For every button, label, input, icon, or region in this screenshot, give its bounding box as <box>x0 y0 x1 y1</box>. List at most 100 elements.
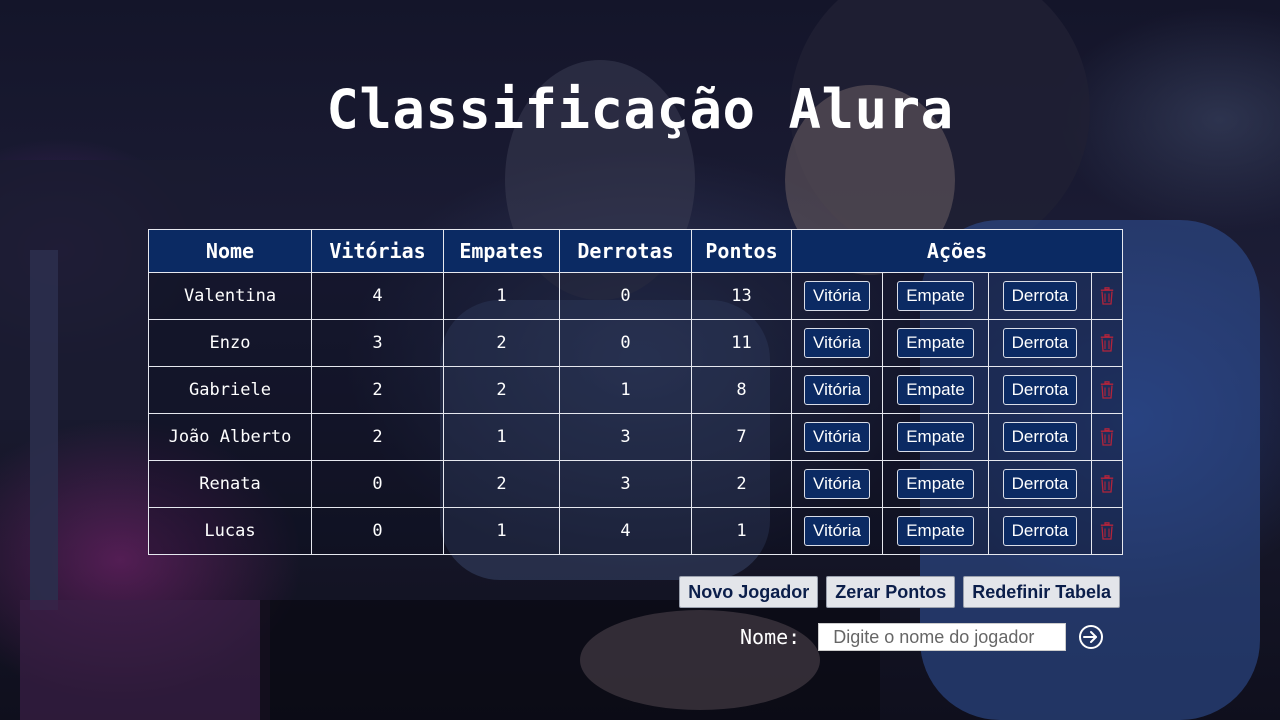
delete-action-cell <box>1090 272 1124 320</box>
table-header-row: Nome Vitórias Empates Derrotas Pontos Aç… <box>148 229 1124 273</box>
draw-action-cell: Empate <box>882 272 989 320</box>
draw-action-cell: Empate <box>882 413 989 461</box>
draw-button[interactable]: Empate <box>897 422 974 452</box>
ranking-table: Nome Vitórias Empates Derrotas Pontos Aç… <box>148 229 1124 555</box>
draws-cell: 2 <box>443 319 560 367</box>
draw-button[interactable]: Empate <box>897 328 974 358</box>
loss-action-cell: Derrota <box>988 460 1092 508</box>
loss-button[interactable]: Derrota <box>1002 422 1078 452</box>
losses-cell: 3 <box>559 413 692 461</box>
draw-action-cell: Empate <box>882 507 989 555</box>
table-row: João Alberto 2 1 3 7 Vitória Empate Derrota <box>148 413 1124 461</box>
loss-button[interactable]: Derrota <box>1002 328 1078 358</box>
win-action-cell: Vitória <box>791 319 883 367</box>
win-button[interactable]: Vitória <box>804 328 870 358</box>
trash-icon[interactable] <box>1100 428 1114 446</box>
win-button[interactable]: Vitória <box>804 516 870 546</box>
win-button[interactable]: Vitória <box>804 469 870 499</box>
trash-icon[interactable] <box>1100 475 1114 493</box>
win-action-cell: Vitória <box>791 460 883 508</box>
points-cell: 7 <box>691 413 792 461</box>
trash-icon[interactable] <box>1100 287 1114 305</box>
column-header-points: Pontos <box>691 229 792 273</box>
losses-cell: 0 <box>559 272 692 320</box>
page-title: Classificação Alura <box>326 78 954 141</box>
win-action-cell: Vitória <box>791 413 883 461</box>
draw-button[interactable]: Empate <box>897 469 974 499</box>
win-action-cell: Vitória <box>791 366 883 414</box>
draws-cell: 1 <box>443 507 560 555</box>
trash-icon[interactable] <box>1100 522 1114 540</box>
draw-button[interactable]: Empate <box>897 281 974 311</box>
loss-button[interactable]: Derrota <box>1002 469 1078 499</box>
wins-cell: 2 <box>311 413 444 461</box>
player-name-cell: Valentina <box>148 272 312 320</box>
draw-button[interactable]: Empate <box>897 516 974 546</box>
losses-cell: 3 <box>559 460 692 508</box>
loss-action-cell: Derrota <box>988 413 1092 461</box>
table-row: Renata 0 2 3 2 Vitória Empate Derrota <box>148 460 1124 508</box>
losses-cell: 4 <box>559 507 692 555</box>
player-name-cell: Gabriele <box>148 366 312 414</box>
player-name-cell: Lucas <box>148 507 312 555</box>
losses-cell: 1 <box>559 366 692 414</box>
losses-cell: 0 <box>559 319 692 367</box>
win-action-cell: Vitória <box>791 272 883 320</box>
table-row: Lucas 0 1 4 1 Vitória Empate Derrota <box>148 507 1124 555</box>
draws-cell: 2 <box>443 460 560 508</box>
points-cell: 2 <box>691 460 792 508</box>
draws-cell: 2 <box>443 366 560 414</box>
ranking-table-body: Valentina 4 1 0 13 Vitória Empate Derrota Enzo 3 2… <box>148 272 1124 555</box>
delete-action-cell <box>1090 460 1124 508</box>
draws-cell: 1 <box>443 272 560 320</box>
win-button[interactable]: Vitória <box>804 375 870 405</box>
win-action-cell: Vitória <box>791 507 883 555</box>
wins-cell: 4 <box>311 272 444 320</box>
table-row: Enzo 3 2 0 11 Vitória Empate Derrota <box>148 319 1124 367</box>
points-cell: 13 <box>691 272 792 320</box>
player-name-input[interactable] <box>818 623 1067 651</box>
loss-action-cell: Derrota <box>988 366 1092 414</box>
delete-action-cell <box>1090 507 1124 555</box>
new-player-form: Nome: <box>740 623 1104 651</box>
points-cell: 8 <box>691 366 792 414</box>
wins-cell: 0 <box>311 460 444 508</box>
loss-action-cell: Derrota <box>988 319 1092 367</box>
arrow-circle-right-icon[interactable] <box>1078 624 1104 650</box>
draw-button[interactable]: Empate <box>897 375 974 405</box>
trash-icon[interactable] <box>1100 334 1114 352</box>
column-header-wins: Vitórias <box>311 229 444 273</box>
table-row: Valentina 4 1 0 13 Vitória Empate Derrota <box>148 272 1124 320</box>
draw-action-cell: Empate <box>882 319 989 367</box>
player-name-cell: Enzo <box>148 319 312 367</box>
draw-action-cell: Empate <box>882 460 989 508</box>
points-cell: 11 <box>691 319 792 367</box>
points-cell: 1 <box>691 507 792 555</box>
column-header-losses: Derrotas <box>559 229 692 273</box>
loss-button[interactable]: Derrota <box>1002 375 1078 405</box>
column-header-draws: Empates <box>443 229 560 273</box>
trash-icon[interactable] <box>1100 381 1114 399</box>
wins-cell: 2 <box>311 366 444 414</box>
loss-action-cell: Derrota <box>988 507 1092 555</box>
name-label: Nome: <box>740 625 801 649</box>
footer-toolbar: Novo Jogador Zerar Pontos Redefinir Tabe… <box>679 576 1120 608</box>
loss-button[interactable]: Derrota <box>1002 516 1078 546</box>
player-name-cell: Renata <box>148 460 312 508</box>
new-player-button[interactable]: Novo Jogador <box>679 576 819 608</box>
delete-action-cell <box>1090 319 1124 367</box>
wins-cell: 0 <box>311 507 444 555</box>
reset-table-button[interactable]: Redefinir Tabela <box>963 576 1120 608</box>
loss-action-cell: Derrota <box>988 272 1092 320</box>
delete-action-cell <box>1090 366 1124 414</box>
column-header-actions: Ações <box>790 229 1124 273</box>
wins-cell: 3 <box>311 319 444 367</box>
draw-action-cell: Empate <box>882 366 989 414</box>
reset-points-button[interactable]: Zerar Pontos <box>826 576 956 608</box>
win-button[interactable]: Vitória <box>804 422 870 452</box>
loss-button[interactable]: Derrota <box>1002 281 1078 311</box>
delete-action-cell <box>1090 413 1124 461</box>
draws-cell: 1 <box>443 413 560 461</box>
table-row: Gabriele 2 2 1 8 Vitória Empate Derrota <box>148 366 1124 414</box>
win-button[interactable]: Vitória <box>804 281 870 311</box>
